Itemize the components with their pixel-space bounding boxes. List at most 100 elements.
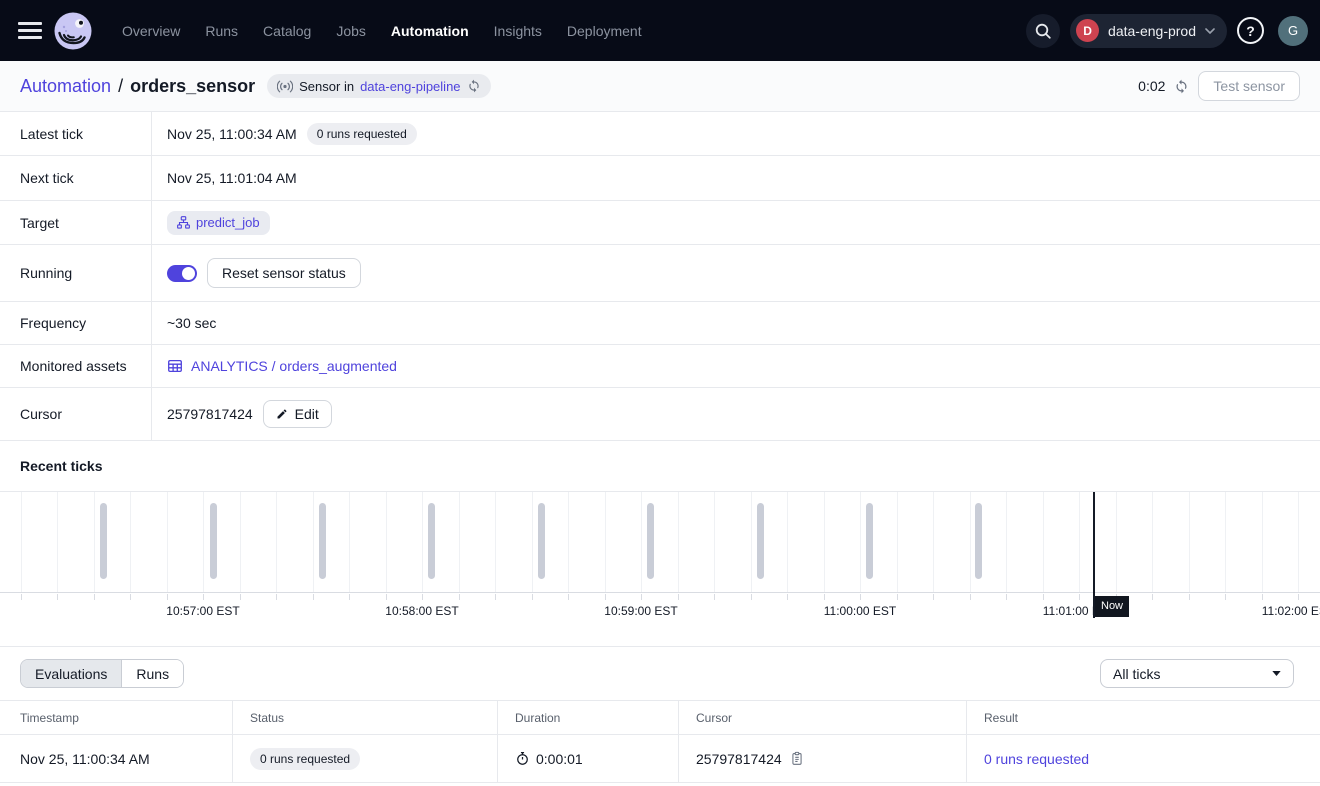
nav-item-insights[interactable]: Insights <box>494 23 542 39</box>
axis-tick <box>130 594 131 600</box>
axis-tick <box>1079 594 1080 600</box>
sensor-badge-prefix: Sensor in <box>299 79 354 94</box>
axis-tick <box>751 594 752 600</box>
timeline-gridline <box>1298 492 1299 592</box>
nav-item-overview[interactable]: Overview <box>122 23 180 39</box>
user-avatar[interactable]: G <box>1278 16 1308 46</box>
monitored-asset-link[interactable]: ANALYTICS / orders_augmented <box>167 358 397 374</box>
recent-ticks-heading: Recent ticks <box>0 441 1320 492</box>
running-toggle[interactable] <box>167 265 197 282</box>
timeline-gridline <box>276 492 277 592</box>
axis-tick <box>1006 594 1007 600</box>
refresh-icon[interactable] <box>1174 79 1189 94</box>
timeline-gridline <box>57 492 58 592</box>
row-label: Cursor <box>0 388 152 440</box>
recent-ticks-chart: 10:57:00 EST10:58:00 EST10:59:00 EST11:0… <box>0 492 1320 647</box>
col-header-cursor: Cursor <box>679 701 967 734</box>
asset-table-icon <box>167 358 183 374</box>
axis-tick <box>94 594 95 600</box>
test-sensor-button[interactable]: Test sensor <box>1198 71 1300 101</box>
tick-status-filter[interactable]: All ticks <box>1100 659 1294 688</box>
frequency-value: ~30 sec <box>167 315 216 331</box>
table-row: Nov 25, 11:00:34 AM 0 runs requested 0:0… <box>0 735 1320 783</box>
sensor-location-badge: Sensor in data-eng-pipeline <box>267 74 490 98</box>
timeline-gridline <box>203 492 204 592</box>
tick-status-badge: 0 runs requested <box>250 748 360 770</box>
timeline-gridline <box>349 492 350 592</box>
row-label: Frequency <box>0 302 152 344</box>
axis-label: 10:57:00 EST <box>166 604 239 618</box>
code-location-link[interactable]: data-eng-pipeline <box>360 79 460 94</box>
tick-bar[interactable] <box>210 503 217 579</box>
tick-duration: 0:00:01 <box>536 751 583 767</box>
timeline-gridline <box>897 492 898 592</box>
search-button[interactable] <box>1026 14 1060 48</box>
nav-item-jobs[interactable]: Jobs <box>336 23 366 39</box>
axis-label: 10:58:00 EST <box>385 604 458 618</box>
row-label: Monitored assets <box>0 345 152 387</box>
breadcrumb-automation-link[interactable]: Automation <box>20 76 111 97</box>
monitored-asset-label: ANALYTICS / orders_augmented <box>191 358 397 374</box>
tick-bar[interactable] <box>757 503 764 579</box>
timeline-gridline <box>605 492 606 592</box>
target-job-link[interactable]: predict_job <box>167 211 270 235</box>
chevron-down-icon <box>1205 28 1215 34</box>
deployment-initial-badge: D <box>1076 19 1099 42</box>
nav-item-deployment[interactable]: Deployment <box>567 23 642 39</box>
ticks-tab-group: Evaluations Runs <box>20 659 184 688</box>
edit-cursor-button[interactable]: Edit <box>263 400 332 428</box>
timeline-gridline <box>495 492 496 592</box>
latest-tick-value: Nov 25, 11:00:34 AM <box>167 126 297 142</box>
evaluation-countdown: 0:02 <box>1138 78 1165 94</box>
axis-tick <box>495 594 496 600</box>
tick-bar[interactable] <box>866 503 873 579</box>
tick-bar[interactable] <box>100 503 107 579</box>
edit-cursor-label: Edit <box>295 406 319 422</box>
reload-location-icon[interactable] <box>467 79 481 93</box>
timeline-gridline <box>641 492 642 592</box>
col-header-duration: Duration <box>498 701 679 734</box>
axis-tick <box>349 594 350 600</box>
axis-label: 11:00:00 EST <box>824 604 897 618</box>
help-button[interactable]: ? <box>1237 17 1264 44</box>
search-icon <box>1034 22 1052 40</box>
tick-result-link[interactable]: 0 runs requested <box>984 751 1089 767</box>
timeline-gridline <box>970 492 971 592</box>
axis-tick <box>933 594 934 600</box>
tick-bar[interactable] <box>975 503 982 579</box>
axis-tick <box>605 594 606 600</box>
tick-bar[interactable] <box>428 503 435 579</box>
top-nav-right: D data-eng-prod ? G <box>1026 14 1308 48</box>
reset-sensor-status-button[interactable]: Reset sensor status <box>207 258 361 288</box>
axis-tick <box>1043 594 1044 600</box>
row-target: Target predict_job <box>0 201 1320 245</box>
nav-item-catalog[interactable]: Catalog <box>263 23 311 39</box>
timeline-gridline <box>1079 492 1080 592</box>
timeline-plot <box>0 492 1320 593</box>
nav-item-runs[interactable]: Runs <box>205 23 238 39</box>
nav-item-automation[interactable]: Automation <box>391 23 469 39</box>
tick-bar[interactable] <box>319 503 326 579</box>
axis-tick <box>276 594 277 600</box>
timeline-gridline <box>714 492 715 592</box>
dagster-logo-icon[interactable] <box>54 12 92 50</box>
col-header-status: Status <box>233 701 498 734</box>
tab-evaluations[interactable]: Evaluations <box>21 660 122 687</box>
axis-tick <box>532 594 533 600</box>
cursor-value: 25797817424 <box>167 406 253 422</box>
tab-runs[interactable]: Runs <box>122 660 183 687</box>
axis-tick <box>21 594 22 600</box>
hamburger-menu-icon[interactable] <box>18 22 42 39</box>
tick-bar[interactable] <box>647 503 654 579</box>
tick-bar[interactable] <box>538 503 545 579</box>
copy-clipboard-icon[interactable] <box>790 751 804 766</box>
next-tick-value: Nov 25, 11:01:04 AM <box>167 170 297 186</box>
deployment-switcher[interactable]: D data-eng-prod <box>1070 14 1227 48</box>
axis-tick <box>459 594 460 600</box>
col-header-result: Result <box>967 701 1320 734</box>
timeline-gridline <box>1152 492 1153 592</box>
axis-tick <box>678 594 679 600</box>
tick-cursor: 25797817424 <box>696 751 782 767</box>
timeline-gridline <box>167 492 168 592</box>
axis-tick <box>860 594 861 600</box>
